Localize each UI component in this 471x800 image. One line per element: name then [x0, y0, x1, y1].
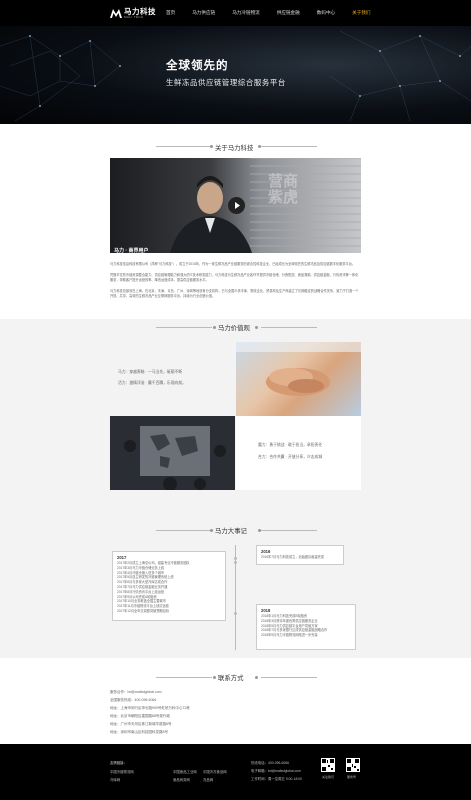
meeting-graphic: [124, 426, 226, 490]
service-qr-code: [346, 758, 360, 772]
qr-code-icon: [347, 759, 359, 771]
divider-line: [261, 327, 317, 328]
value-magic: 魔力：勇于挑战 · 敢于担当，承担责任: [258, 443, 323, 447]
nav-supply-chain[interactable]: 马力供应链: [192, 10, 215, 16]
divider-dot: [255, 676, 258, 679]
milestone-year: 2018: [261, 608, 271, 613]
divider-line: [156, 146, 212, 147]
friend-link[interactable]: 中国冷冻食品网: [203, 769, 227, 774]
divider-dot: [210, 529, 213, 532]
nav-data-center[interactable]: 数码中心: [317, 10, 335, 16]
value-vitality: 活力：激情洋溢 · 赢千百腾，乐观向前。: [118, 381, 186, 385]
milestone-lines: 2017年2月成立上海总公司，组建专业冷链服务团队 2017年3月马力冷链仓储业…: [113, 561, 225, 614]
qr-code-icon: [322, 759, 334, 771]
divider-line: [156, 677, 212, 678]
network-pattern-graphic: [0, 30, 471, 122]
milestone-card-2016: 2016 2016年7月马力科技成立，创始团队组建完成: [256, 545, 344, 565]
contact-address: 地址：深圳市南山区科技园科发路8号: [110, 730, 168, 734]
footer-email[interactable]: 电子邮箱：bd@maliwlglobal.com: [251, 768, 301, 773]
footer-hours: 工作时间：周一至周五 9:00-18:00: [251, 777, 303, 781]
video-watermark: 营商紫虎: [268, 173, 299, 206]
contact-hotline: 全国服务热线：400-096-6066: [110, 698, 157, 702]
timeline-dot: [234, 557, 237, 560]
about-paragraph: 马力科技总部设在上海，在北京、天津、青岛、广州、深圳等地设有分支机构，已与全国众…: [110, 289, 359, 298]
milestone-card-2018: 2018 2018年1月马力科技完成B轮融资 2018年3月获评年度优秀供应链服…: [256, 604, 356, 650]
divider-dot: [255, 326, 258, 329]
milestone-year: 2016: [261, 549, 271, 554]
values-text-box: [110, 342, 235, 416]
milestones-section-title: 马力大事记: [215, 528, 247, 535]
hero-banner: [0, 26, 471, 124]
contact-address: 地址：上海市闵行区申长路990号虹桥万科中心T2栋: [110, 706, 190, 710]
hero-subtitle: 生鲜冻品供应链管理综合服务平台: [166, 78, 286, 87]
main-nav: 首页 马力供应链 马力冷链物流 供应链金融 数码中心 关于我们: [166, 0, 388, 26]
nav-home[interactable]: 首页: [166, 10, 175, 16]
teamwork-hands-image: [236, 342, 361, 416]
values-section-title: 马力价值观: [218, 325, 250, 332]
contact-address: 地址：广州市天河区珠江新城华夏路8号: [110, 722, 172, 726]
value-synergy: 合力：合作共赢 · 开放分享，众志成城: [258, 455, 323, 459]
divider-line: [261, 530, 317, 531]
milestone-line: 2018年9月马力冷链物流网络进一步完善: [261, 633, 318, 638]
milestone-lines: 2018年1月马力科技完成B轮融资 2018年3月获评年度优秀供应链服务企业 2…: [257, 614, 355, 638]
contact-section-title: 联系方式: [218, 675, 244, 682]
friend-link[interactable]: 冻品网: [203, 777, 213, 782]
qr-label: 关注我们: [322, 775, 335, 779]
about-paragraph: 凭借丰富的冷链资源整合能力、供应链管理能力和强大的IT技术研发能力，马力科技为生…: [110, 273, 359, 282]
divider-line: [156, 530, 212, 531]
milestone-year: 2017: [117, 555, 127, 560]
contact-address: 地址：北京市朝阳区建国路88号现代城: [110, 714, 170, 718]
divider-dot: [213, 676, 216, 679]
brand-sub: MALI TECH: [124, 15, 144, 19]
milestone-line: 2017年12月全年交易额突破预期目标: [117, 608, 170, 613]
nav-about-us[interactable]: 关于我们: [352, 10, 370, 16]
divider-line: [261, 677, 317, 678]
friend-link[interactable]: 冷库网: [110, 777, 120, 782]
divider-dot: [210, 145, 213, 148]
timeline-dot: [234, 561, 237, 564]
value-mali: 马力：穿越黑暗 · 一马当先，砥砺不断: [118, 370, 183, 374]
friend-link[interactable]: 中国食品工业网: [173, 769, 197, 774]
contact-email[interactable]: 服务合作：bd@maliwlglobal.com: [110, 690, 162, 695]
friend-links-title: 友情链接：: [110, 761, 127, 765]
nav-cold-chain[interactable]: 马力冷链物流: [232, 10, 260, 16]
footer-phone: 热线电话：400-096-6066: [251, 761, 290, 765]
play-button[interactable]: [228, 197, 245, 214]
divider-dot: [213, 326, 216, 329]
brand-logo-icon[interactable]: [110, 8, 122, 18]
qr-label: 服务号: [347, 775, 357, 779]
about-section-title: 关于马力科技: [215, 145, 254, 152]
about-paragraph: 马力科技信息科技有限公司（简称“马力科技”），成立于2016年，作为一家生鲜冻品…: [110, 262, 356, 266]
hero-title: 全球领先的: [166, 60, 229, 72]
meeting-map-image: [110, 416, 235, 490]
timeline-dot: [234, 612, 237, 615]
values-text-box: [236, 416, 361, 490]
divider-line: [261, 146, 317, 147]
milestone-card-2017: 2017 2017年2月成立上海总公司，组建专业冷链服务团队 2017年3月马力…: [112, 551, 226, 621]
video-caption: 马力 · 商界用户: [114, 248, 149, 254]
wechat-qr-code: [321, 758, 335, 772]
divider-line: [156, 327, 212, 328]
milestone-line: 2016年7月马力科技成立，创始团队组建完成: [261, 555, 325, 559]
site-footer: [0, 744, 471, 800]
friend-link[interactable]: 中国冷链物流网: [110, 769, 134, 774]
play-icon: [235, 202, 240, 209]
hands-graphic: [236, 342, 361, 396]
friend-link[interactable]: 食品商务网: [173, 777, 190, 782]
nav-finance[interactable]: 供应链金融: [277, 10, 300, 16]
